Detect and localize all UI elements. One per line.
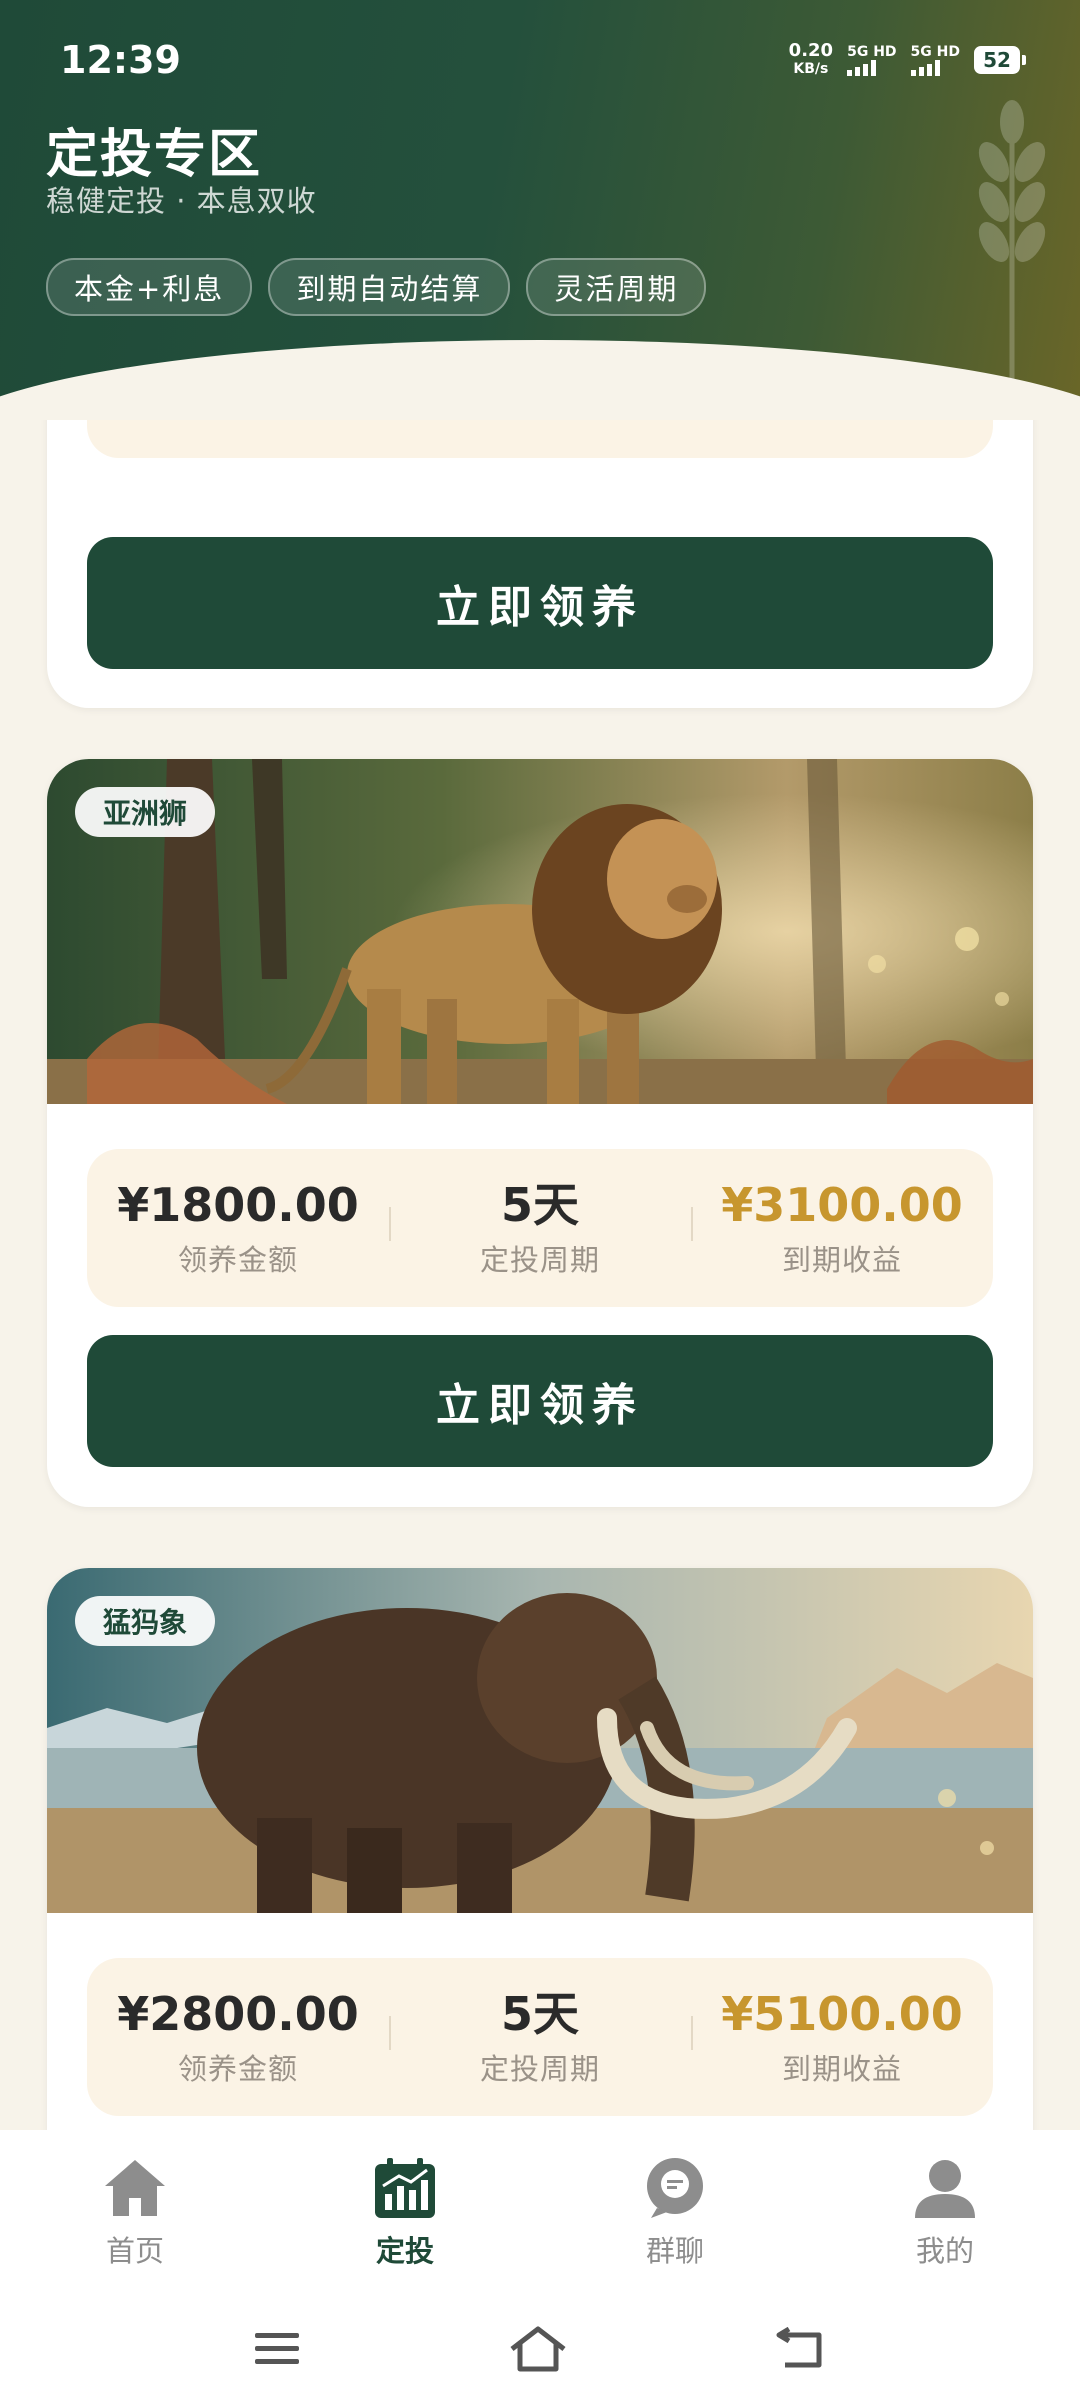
home-icon (105, 2160, 165, 2216)
feature-tag: 到期自动结算 (268, 258, 511, 316)
signal-icon: 5G HD (847, 44, 897, 76)
product-card-asian-lion: 亚洲狮 ¥1800.00 领养金额 5天 定投周期 ¥3100.00 到期收益 … (47, 759, 1033, 1507)
adopt-amount: ¥2800.00 (117, 1987, 359, 2041)
period-label: 定投周期 (480, 420, 600, 426)
page-title: 定投专区 (46, 125, 263, 185)
status-icons: 0.20 KB/s 5G HD 5G HD 52 (788, 40, 1026, 78)
page-subtitle: 稳健定投 · 本息双收 (46, 184, 317, 218)
product-stats: ¥1800.00 领养金额 5天 定投周期 ¥3100.00 到期收益 (87, 1149, 993, 1307)
amount-label: 领养金额 (177, 1243, 298, 1277)
status-time: 12:39 (60, 38, 181, 82)
battery-icon: 52 (974, 46, 1026, 74)
amount-label: 领养金额 (177, 2052, 298, 2086)
wheat-icon (978, 100, 1046, 380)
period-label: 定投周期 (479, 1243, 600, 1277)
menu-icon[interactable] (253, 2329, 301, 2369)
header-curve (0, 340, 1080, 420)
income-label: 到期收益 (781, 2052, 902, 2086)
profile-icon (915, 2160, 975, 2218)
maturity-income: ¥3100.00 (721, 1178, 963, 1232)
animal-name-badge: 猛犸象 (75, 1596, 216, 1646)
invest-period: 5天 (500, 1987, 579, 2041)
signal-icon: 5G HD (910, 44, 960, 76)
lion-image: 亚洲狮 (47, 759, 1033, 1104)
adopt-button[interactable]: 立即领养 (87, 537, 993, 669)
adopt-button[interactable]: 立即领养 (87, 1335, 993, 1467)
adopt-amount: ¥1800.00 (117, 1178, 359, 1232)
nav-item-invest[interactable]: 定投 (270, 2130, 540, 2290)
feature-tag: 本金+利息 (46, 258, 253, 316)
feature-tag: 灵活周期 (526, 258, 707, 316)
home-outline-icon[interactable] (508, 2325, 568, 2373)
page-header: 12:39 0.20 KB/s 5G HD 5G HD 52 定投专区 稳健定投… (0, 0, 1080, 420)
animal-name-badge: 亚洲狮 (75, 787, 216, 837)
nav-item-mine[interactable]: 我的 (810, 2130, 1080, 2290)
bottom-nav: 首页 定投 群聊 我的 (0, 2130, 1080, 2290)
mammoth-image: 猛犸象 (47, 1568, 1033, 1913)
income-label: 到期收益 (781, 1243, 902, 1277)
investment-chart-icon (375, 2158, 435, 2218)
nav-item-home[interactable]: 首页 (0, 2130, 270, 2290)
product-list[interactable]: 领养金额 定投周期 到期收益 立即领养 (0, 420, 1080, 2130)
income-label: 到期收益 (782, 420, 902, 426)
feature-tags: 本金+利息 到期自动结算 灵活周期 (46, 258, 707, 316)
product-card: 领养金额 定投周期 到期收益 立即领养 (47, 420, 1033, 708)
product-stats: 领养金额 定投周期 到期收益 (87, 420, 993, 458)
period-label: 定投周期 (479, 2052, 600, 2086)
product-stats: ¥2800.00 领养金额 5天 定投周期 ¥5100.00 到期收益 (87, 1958, 993, 2116)
net-speed: 0.20 KB/s (788, 40, 834, 78)
product-card-mammoth: 猛犸象 ¥2800.00 领养金额 5天 定投周期 ¥5100.00 到期收益 (47, 1568, 1033, 2130)
nav-item-group-chat[interactable]: 群聊 (540, 2130, 810, 2290)
amount-label: 领养金额 (178, 420, 298, 426)
maturity-income: ¥5100.00 (721, 1987, 963, 2041)
system-nav-bar (0, 2290, 1080, 2408)
back-icon[interactable] (775, 2327, 827, 2371)
chat-bubble-icon (647, 2158, 703, 2218)
invest-period: 5天 (500, 1178, 579, 1232)
